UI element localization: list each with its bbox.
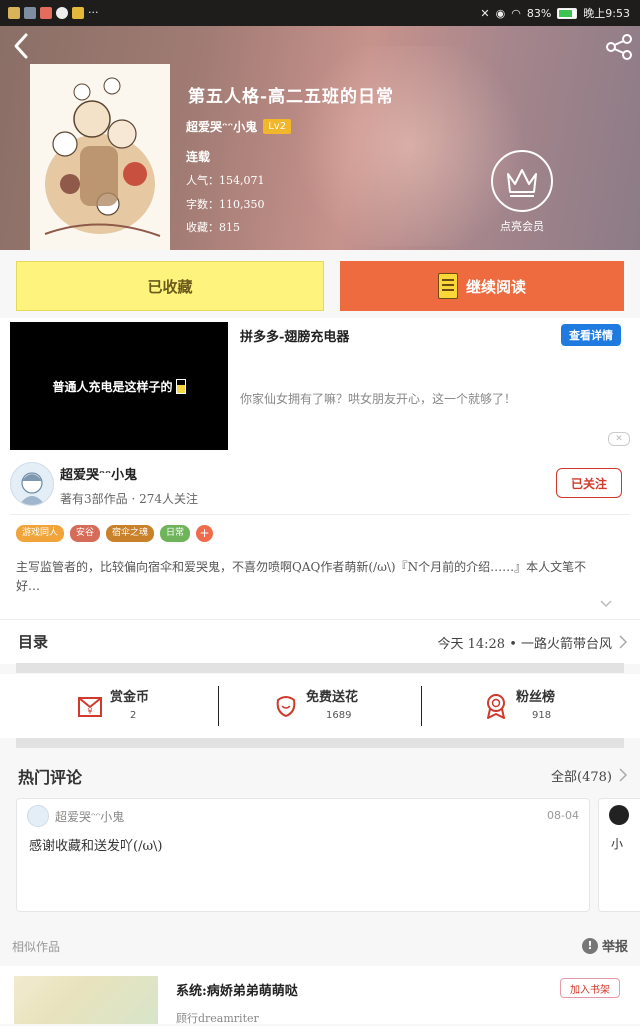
coin-envelope-icon: ¥ <box>78 697 102 717</box>
author-level-badge: Lv2 <box>263 119 292 134</box>
book-header: 第五人格-高二五班的日常 超爱哭ᵔᵔ小鬼 Lv2 连载 人气：154,071 字… <box>0 26 640 250</box>
back-arrow-icon[interactable] <box>8 32 36 60</box>
catalog-label: 目录 <box>18 633 49 651</box>
follow-button[interactable]: 已关注 <box>556 468 622 498</box>
send-flower-value: 1689 <box>326 710 352 721</box>
book-author[interactable]: 超爱哭ᵔᵔ小鬼 Lv2 <box>186 118 292 135</box>
chevron-right-icon <box>619 635 628 649</box>
flower-icon <box>276 696 296 718</box>
author-avatar[interactable] <box>10 462 54 506</box>
fan-ranking-label: 粉丝榜 <box>516 690 556 705</box>
commenter-avatar <box>27 805 49 827</box>
support-row: ¥ 赏金币 2 免费送花 1689 粉丝榜 918 <box>0 674 640 738</box>
mute-icon: ✕ <box>480 6 490 20</box>
collected-label: 已收藏 <box>147 277 193 296</box>
comment-card[interactable]: 小 <box>598 798 640 912</box>
similar-works-heading: 相似作品 <box>12 940 61 954</box>
divider <box>10 514 630 515</box>
medal-icon <box>487 694 505 719</box>
share-icon[interactable] <box>604 32 634 62</box>
author-section: 超爱哭ᵔᵔ小鬼 著有3部作品 · 274人关注 已关注 游戏同人 安谷 宿伞之魂… <box>0 454 640 619</box>
app-notification-icon <box>40 6 52 19</box>
vip-button[interactable]: 点亮会员 <box>490 150 554 234</box>
add-to-shelf-button[interactable]: 加入书架 <box>560 978 620 998</box>
all-comments-link[interactable]: 全部(478) <box>551 766 612 785</box>
latest-chapter[interactable]: 今天 14:28 • 一路火箭带台风 <box>437 633 612 652</box>
report-button[interactable]: ! 举报 <box>581 936 628 955</box>
hot-comments-heading: 热门评论 <box>18 768 83 787</box>
app-notification-icon <box>72 6 84 19</box>
ad-video[interactable]: 普通人充电是这样子的 <box>10 322 228 450</box>
comment-date: 08-04 <box>547 809 579 822</box>
comment-text: 感谢收藏和送发吖(/ω\) <box>29 839 163 854</box>
fan-ranking-button[interactable]: 粉丝榜 918 <box>426 684 626 728</box>
book-cover[interactable] <box>30 64 170 250</box>
separator-band <box>16 738 624 748</box>
commenter-name: 小 <box>611 837 624 851</box>
app-notification-icon <box>24 6 36 19</box>
ad-title[interactable]: 拼多多-翅膀充电器 <box>240 326 349 345</box>
ad-close-icon[interactable]: ✕ <box>608 432 630 446</box>
favorites-stat: 收藏：815 <box>186 221 240 234</box>
report-label: 举报 <box>601 940 628 955</box>
ad-description: 你家仙女拥有了嘛？哄女朋友开心，这一个就够了！ <box>240 392 517 406</box>
reward-coins-label: 赏金币 <box>110 690 150 705</box>
tag[interactable]: 安谷 <box>70 525 101 542</box>
reward-coins-value: 2 <box>130 710 137 721</box>
wifi-icon: ◠ <box>511 6 521 20</box>
warning-icon: ! <box>581 937 598 954</box>
vip-label: 点亮会员 <box>500 220 544 233</box>
book-intro: 主写监管者的，比较偏向宿伞和爱哭鬼，不喜勿喷啊QAQ作者萌新(/ω\)『N个月前… <box>16 560 587 593</box>
hot-comments-section: 热门评论 全部(478) 超爱哭ᵔᵔ小鬼 08-04 感谢收藏和送发吖(/ω\)… <box>0 752 640 922</box>
tag-list: 游戏同人 安谷 宿伞之魂 日常 + <box>16 525 214 542</box>
reward-coins-button[interactable]: ¥ 赏金币 2 <box>20 684 220 728</box>
continue-reading-label: 继续阅读 <box>465 277 526 296</box>
more-notifications: ··· <box>88 6 99 19</box>
tag[interactable]: 日常 <box>160 525 191 542</box>
popularity-stat: 人气：154,071 <box>186 174 265 187</box>
commenter-name: 超爱哭ᵔᵔ小鬼 <box>55 810 125 824</box>
author-name[interactable]: 超爱哭ᵔᵔ小鬼 <box>186 118 257 135</box>
status-bar: ··· ✕ ◉ ◠ 83% 晚上9:53 <box>0 0 640 26</box>
battery-emoji-icon <box>175 378 186 394</box>
chevron-right-icon <box>619 768 628 782</box>
battery-icon <box>557 7 578 19</box>
continue-reading-button[interactable]: 继续阅读 <box>340 261 624 311</box>
ad-details-button[interactable]: 查看详情 <box>561 324 621 346</box>
divider <box>218 686 219 726</box>
comment-card[interactable]: 超爱哭ᵔᵔ小鬼 08-04 感谢收藏和送发吖(/ω\) <box>16 798 590 912</box>
app-notification-icon <box>56 6 68 19</box>
similar-work-cover[interactable] <box>14 976 158 1024</box>
svg-text:¥: ¥ <box>87 707 92 716</box>
send-flower-button[interactable]: 免费送花 1689 <box>222 684 422 728</box>
divider <box>421 686 422 726</box>
word-count-stat: 字数：110,350 <box>186 198 265 211</box>
book-icon <box>437 273 458 299</box>
app-notification-icon <box>8 6 20 19</box>
separator-band <box>16 663 624 673</box>
notification-icons: ··· <box>8 6 99 19</box>
similar-work-title[interactable]: 系统:病娇弟弟萌萌哒 <box>176 980 298 999</box>
ad-banner[interactable]: 普通人充电是这样子的 拼多多-翅膀充电器 查看详情 你家仙女拥有了嘛？哄女朋友开… <box>0 318 640 454</box>
tag[interactable]: 宿伞之魂 <box>106 525 155 542</box>
clock: 晚上9:53 <box>583 7 630 20</box>
chevron-down-icon[interactable] <box>600 598 612 610</box>
tag[interactable]: 游戏同人 <box>16 525 65 542</box>
similar-work-item[interactable]: 系统:病娇弟弟萌萌哒 顾行dreamriter 加入书架 <box>0 966 640 1025</box>
author-name[interactable]: 超爱哭ᵔᵔ小鬼 <box>60 464 137 483</box>
add-tag-button[interactable]: + <box>196 525 214 542</box>
book-title: 第五人格-高二五班的日常 <box>188 87 395 107</box>
battery-percent: 83% <box>526 6 552 20</box>
send-flower-label: 免费送花 <box>306 690 359 705</box>
catalog-row[interactable]: 目录 今天 14:28 • 一路火箭带台风 <box>0 619 640 664</box>
ad-video-caption: 普通人充电是这样子的 <box>52 379 173 394</box>
collected-button[interactable]: 已收藏 <box>16 261 324 311</box>
fan-ranking-value: 918 <box>532 710 552 721</box>
serial-status: 连载 <box>186 150 211 164</box>
author-meta: 著有3部作品 · 274人关注 <box>60 492 198 506</box>
crown-icon <box>491 150 553 212</box>
system-icons: ✕ ◉ ◠ 83% 晚上9:53 <box>480 5 630 21</box>
eye-icon: ◉ <box>495 6 506 20</box>
commenter-avatar <box>609 805 629 825</box>
